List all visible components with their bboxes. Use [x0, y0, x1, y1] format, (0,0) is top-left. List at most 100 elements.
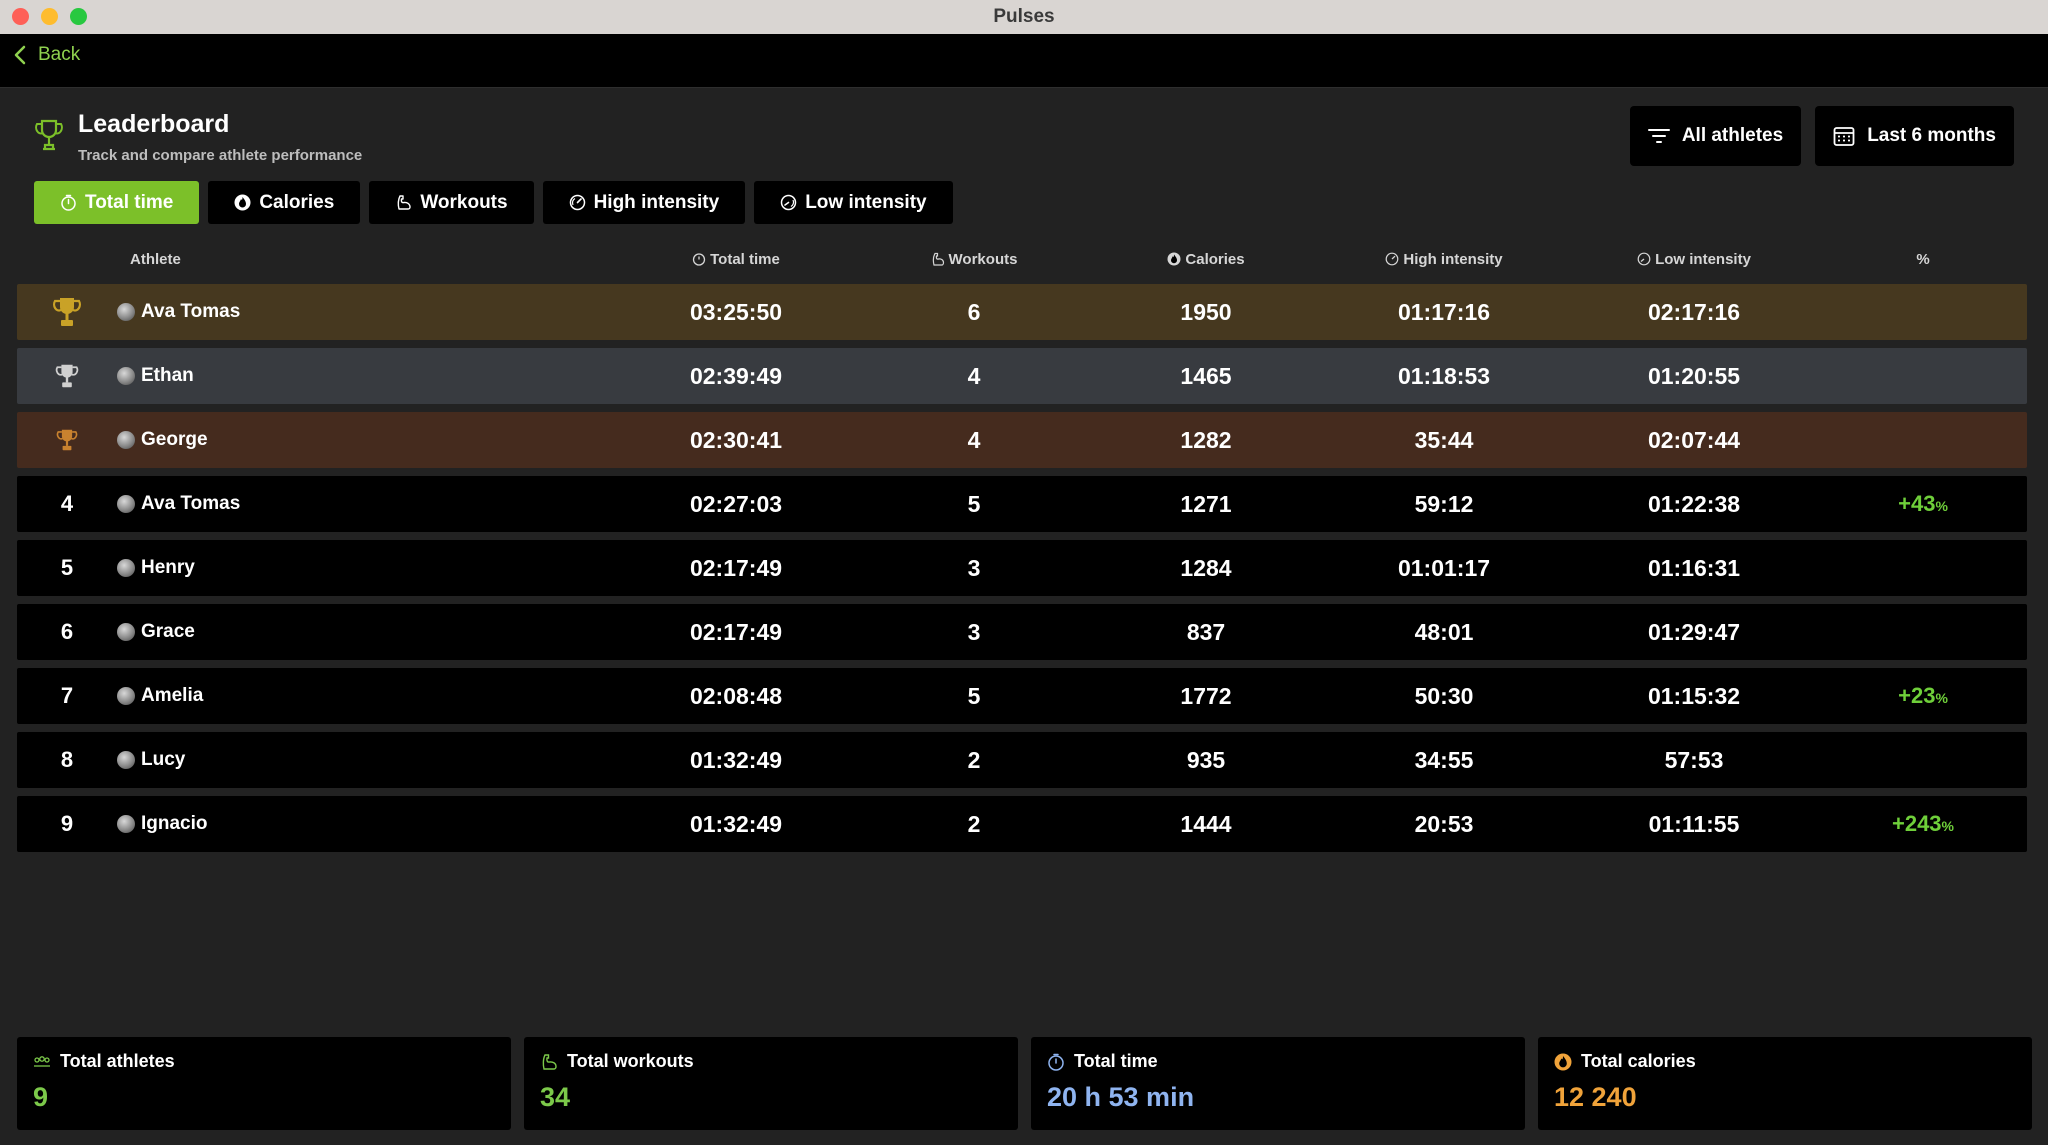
- low-intensity-cell: 57:53: [1664, 746, 1724, 773]
- athletes-filter-label: All athletes: [1681, 125, 1784, 146]
- percent-suffix: %: [1941, 818, 1954, 834]
- avatar: [117, 495, 135, 513]
- stat-card-total-time: Total time 20 h 53 min: [1031, 1037, 1525, 1130]
- high-intensity-cell: 20:53: [1414, 810, 1474, 837]
- workouts-cell: 4: [967, 362, 981, 389]
- table-body: Ava Tomas 03:25:50 6 1950 01:17:16 02:17:16 Et…: [17, 284, 2027, 852]
- calories-cell: 1444: [1180, 810, 1232, 837]
- high-intensity-cell: 50:30: [1414, 682, 1474, 709]
- athlete-cell[interactable]: Henry: [117, 557, 617, 579]
- page-subtitle: Track and compare athlete performance: [78, 147, 363, 164]
- workouts-cell: 2: [967, 810, 981, 837]
- athletes-filter-button[interactable]: All athletes: [1629, 106, 1802, 166]
- athlete-name: Ignacio: [141, 813, 208, 834]
- athlete-cell[interactable]: Ava Tomas: [117, 493, 617, 515]
- rank-cell: [17, 363, 117, 389]
- rank-cell: 4: [60, 491, 74, 516]
- workouts-cell: 5: [967, 682, 981, 709]
- tab-label: Calories: [259, 191, 335, 213]
- low-intensity-column-header[interactable]: Low intensity: [1569, 251, 1819, 268]
- total-time-cell: 02:17:49: [689, 618, 783, 645]
- table-row[interactable]: Ethan 02:39:49 4 1465 01:18:53 01:20:55: [17, 348, 2027, 404]
- percent-column-header[interactable]: %: [1819, 251, 2027, 268]
- athlete-cell[interactable]: Lucy: [117, 749, 617, 771]
- stopwatch-icon: [692, 253, 706, 266]
- total-time-column-header[interactable]: Total time: [617, 251, 855, 268]
- muscle-icon: [542, 1053, 557, 1070]
- total-time-cell: 03:25:50: [689, 298, 783, 325]
- gauge-low-icon: [1637, 252, 1651, 266]
- total-time-cell: 02:17:49: [689, 554, 783, 581]
- stat-card-total-workouts: Total workouts 34: [524, 1037, 1018, 1130]
- muscle-icon: [932, 252, 944, 266]
- total-time-cell: 01:32:49: [689, 810, 783, 837]
- tab-workouts[interactable]: Workouts: [369, 181, 534, 224]
- minimize-window-button[interactable]: [41, 8, 58, 25]
- maximize-window-button[interactable]: [70, 8, 87, 25]
- athlete-cell[interactable]: George: [117, 429, 617, 451]
- back-label: Back: [38, 44, 81, 65]
- gauge-high-icon: [1386, 252, 1399, 266]
- stat-card-total-calories: Total calories 12 240: [1538, 1037, 2032, 1130]
- gauge-low-icon: [780, 194, 797, 211]
- tab-low-intensity[interactable]: Low intensity: [754, 181, 953, 224]
- total-time-cell: 02:39:49: [689, 362, 783, 389]
- close-window-button[interactable]: [12, 8, 29, 25]
- low-intensity-cell: 01:29:47: [1647, 618, 1741, 645]
- rank-cell: 5: [60, 555, 74, 580]
- window-controls: [12, 8, 87, 25]
- table-row[interactable]: 8 Lucy 01:32:49 2 935 34:55 57:53: [17, 732, 2027, 788]
- low-intensity-cell: 01:16:31: [1647, 554, 1741, 581]
- stopwatch-icon: [61, 194, 76, 211]
- high-intensity-cell: 01:17:16: [1397, 298, 1491, 325]
- high-intensity-cell: 01:18:53: [1397, 362, 1491, 389]
- stat-label: Total calories: [1581, 1051, 1696, 1071]
- filter-bar: All athletes Last 6 months: [1629, 106, 2014, 166]
- window-titlebar: Pulses: [0, 0, 2048, 34]
- athlete-column-header[interactable]: Athlete: [117, 251, 617, 268]
- table-row[interactable]: 4 Ava Tomas 02:27:03 5 1271 59:12 01:22:38 +43%: [17, 476, 2027, 532]
- table-header: Athlete Total time Workouts Calories Hig…: [17, 240, 2027, 278]
- nav-bar: Back: [0, 34, 2048, 88]
- tab-calories[interactable]: Calories: [208, 181, 361, 224]
- table-row[interactable]: 6 Grace 02:17:49 3 837 48:01 01:29:47: [17, 604, 2027, 660]
- stat-card-total-athletes: Total athletes 9: [17, 1037, 511, 1130]
- athlete-cell[interactable]: Ava Tomas: [117, 301, 617, 323]
- table-row[interactable]: George 02:30:41 4 1282 35:44 02:07:44: [17, 412, 2027, 468]
- high-intensity-cell: 01:01:17: [1397, 554, 1491, 581]
- athlete-cell[interactable]: Ethan: [117, 365, 617, 387]
- tab-high-intensity[interactable]: High intensity: [542, 181, 746, 224]
- chevron-left-icon: [14, 45, 26, 65]
- period-filter-button[interactable]: Last 6 months: [1815, 106, 2014, 166]
- total-time-cell: 02:08:48: [689, 682, 783, 709]
- rank-cell: 6: [60, 619, 74, 644]
- calories-cell: 1772: [1180, 682, 1232, 709]
- workouts-column-header[interactable]: Workouts: [855, 251, 1093, 268]
- low-intensity-cell: 01:15:32: [1647, 682, 1741, 709]
- percent-value: +23: [1898, 683, 1936, 708]
- athlete-cell[interactable]: Amelia: [117, 685, 617, 707]
- tab-total-time[interactable]: Total time: [34, 181, 200, 224]
- tab-label: High intensity: [593, 191, 720, 213]
- flame-icon: [1167, 252, 1181, 266]
- workouts-cell: 4: [967, 426, 981, 453]
- calories-cell: 1950: [1180, 298, 1232, 325]
- athlete-name: Henry: [141, 557, 195, 578]
- high-intensity-column-header[interactable]: High intensity: [1319, 251, 1569, 268]
- back-button[interactable]: Back: [12, 44, 80, 66]
- rank-cell: 9: [60, 811, 74, 836]
- percent-suffix: %: [1935, 690, 1948, 706]
- table-row[interactable]: 9 Ignacio 01:32:49 2 1444 20:53 01:11:55 +243%: [17, 796, 2027, 852]
- low-intensity-cell: 02:17:16: [1647, 298, 1741, 325]
- high-intensity-cell: 59:12: [1414, 490, 1474, 517]
- athlete-cell[interactable]: Grace: [117, 621, 617, 643]
- table-row[interactable]: 5 Henry 02:17:49 3 1284 01:01:17 01:16:31: [17, 540, 2027, 596]
- muscle-icon: [397, 195, 412, 210]
- table-row[interactable]: Ava Tomas 03:25:50 6 1950 01:17:16 02:17:16: [17, 284, 2027, 340]
- table-row[interactable]: 7 Amelia 02:08:48 5 1772 50:30 01:15:32 +23%: [17, 668, 2027, 724]
- avatar: [117, 751, 135, 769]
- calories-column-header[interactable]: Calories: [1093, 251, 1319, 268]
- filter-icon: [1647, 129, 1670, 143]
- athlete-cell[interactable]: Ignacio: [117, 813, 617, 835]
- avatar: [117, 559, 135, 577]
